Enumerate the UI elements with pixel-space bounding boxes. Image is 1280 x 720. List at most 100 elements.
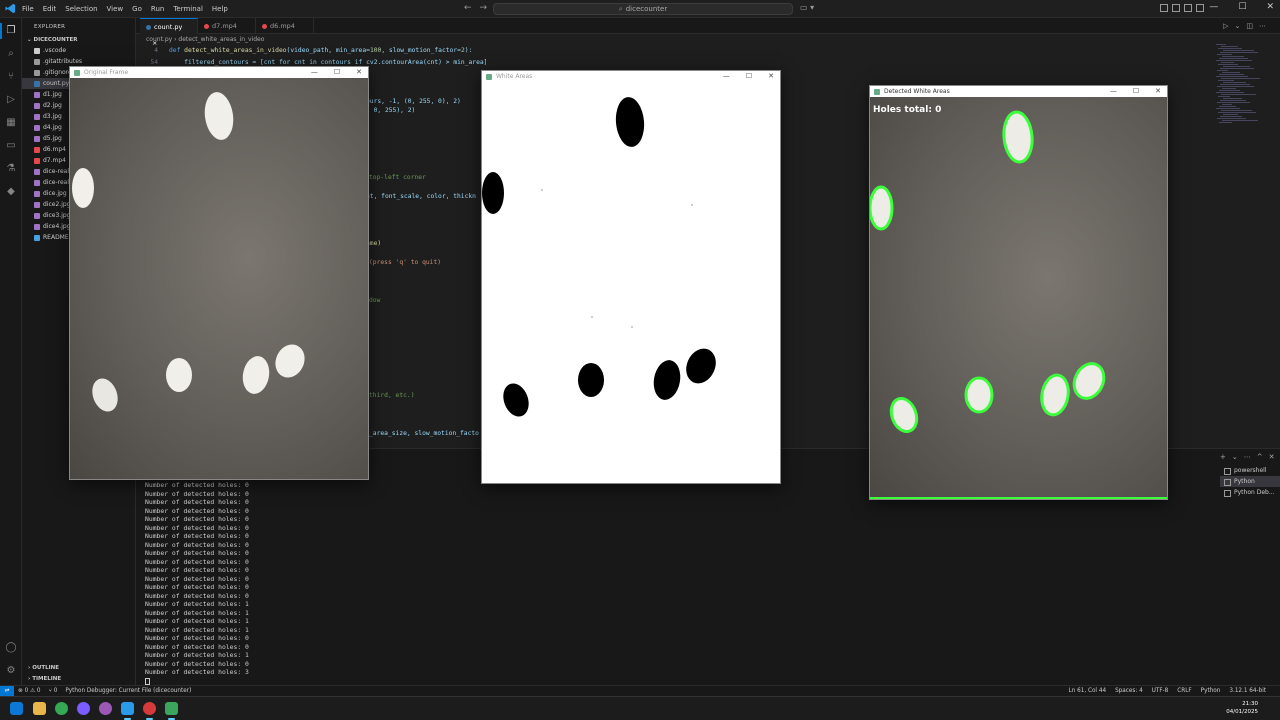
extensions-icon[interactable]: ▦ — [5, 117, 17, 129]
menu-go[interactable]: Go — [132, 5, 142, 13]
minimap-line — [1222, 88, 1236, 89]
copilot-icon[interactable]: ▭ ▾ — [800, 3, 814, 12]
run-debug-icon[interactable]: ▷ — [5, 94, 17, 106]
run-icon[interactable]: ▷ — [1223, 22, 1228, 30]
video-file-icon — [262, 23, 267, 29]
breadcrumb-file[interactable]: count.py — [146, 36, 172, 43]
toggle-panel-icon[interactable] — [1172, 4, 1180, 12]
file-name: dice-real- — [43, 168, 72, 175]
split-editor-icon[interactable]: ◫ — [1246, 22, 1253, 30]
window-title-bar[interactable]: White Areas — ☐ ✕ — [482, 71, 780, 82]
python-interpreter[interactable]: 3.12.1 64-bit — [1229, 686, 1266, 696]
chrome-icon[interactable] — [55, 702, 68, 715]
menu-edit[interactable]: Edit — [43, 5, 57, 13]
window-title-bar[interactable]: Original Frame — ☐ ✕ — [70, 67, 368, 78]
close-icon[interactable]: ✕ — [1266, 2, 1274, 12]
maximize-icon[interactable]: ☐ — [1133, 86, 1139, 97]
obs-icon[interactable] — [99, 702, 112, 715]
minimap[interactable] — [1216, 44, 1262, 154]
problems-status[interactable]: ⊗ 0 ⚠ 0 — [18, 686, 41, 696]
file-item[interactable]: .vscode — [22, 45, 136, 56]
app-icon[interactable] — [77, 702, 90, 715]
tab-d7-mp4[interactable]: d7.mp4 — [198, 18, 256, 34]
terminal-item-python[interactable]: Python — [1220, 476, 1280, 487]
menu-view[interactable]: View — [107, 5, 124, 13]
testing-icon[interactable]: ⚗ — [5, 163, 17, 175]
file-type-icon — [34, 223, 40, 230]
line-endings[interactable]: CRLF — [1177, 686, 1191, 696]
more-actions-icon[interactable]: ⋯ — [1259, 22, 1266, 30]
remote-explorer-icon[interactable]: ▭ — [5, 140, 17, 152]
gear-icon[interactable]: ⚙ — [5, 665, 17, 677]
account-icon[interactable]: ◯ — [5, 642, 17, 654]
original-frame-window[interactable]: Original Frame — ☐ ✕ — [69, 66, 369, 480]
terminal-item-python-debug[interactable]: Python Deb... — [1220, 487, 1280, 498]
system-clock[interactable]: 21:30 04/01/2025 — [1226, 700, 1258, 716]
cursor-position[interactable]: Ln 61, Col 44 — [1069, 686, 1107, 696]
minimap-line — [1219, 58, 1248, 59]
menu-selection[interactable]: Selection — [65, 5, 97, 13]
minimap-line — [1219, 106, 1236, 107]
terminal-line: Number of detected holes: 0 — [145, 557, 249, 566]
chevron-down-icon[interactable]: ⌄ — [1232, 453, 1238, 461]
white-areas-window[interactable]: White Areas — ☐ ✕ — [481, 70, 781, 484]
python-taskbar-icon[interactable] — [143, 702, 156, 720]
minimap-line — [1223, 98, 1242, 99]
tab-d6-mp4[interactable]: d6.mp4 — [256, 18, 314, 34]
remote-indicator-icon[interactable]: ⇌ — [0, 686, 14, 696]
toggle-secondary-sidebar-icon[interactable] — [1184, 4, 1192, 12]
source-control-icon[interactable]: ⑂ — [5, 71, 17, 83]
close-panel-icon[interactable]: ✕ — [1269, 453, 1275, 461]
customize-layout-icon[interactable] — [1196, 4, 1204, 12]
chevron-down-icon[interactable]: ⌄ — [1235, 22, 1241, 30]
maximize-icon[interactable]: ☐ — [746, 71, 752, 82]
encoding[interactable]: UTF-8 — [1152, 686, 1169, 696]
file-type-icon — [34, 91, 40, 98]
maximize-icon[interactable]: ☐ — [1238, 2, 1246, 12]
outline-section[interactable]: › OUTLINE — [22, 665, 136, 671]
new-terminal-icon[interactable]: + — [1220, 453, 1226, 461]
ports-status[interactable]: ⑂ 0 — [49, 686, 58, 696]
minimize-icon[interactable]: — — [311, 67, 318, 78]
minimize-icon[interactable]: — — [1209, 2, 1218, 12]
close-icon[interactable]: ✕ — [356, 67, 362, 78]
window-app-icon — [486, 74, 492, 80]
file-explorer-icon[interactable] — [33, 702, 46, 715]
close-icon[interactable]: ✕ — [1155, 86, 1161, 97]
debug-status[interactable]: Python Debugger: Current File (dicecount… — [65, 686, 191, 696]
indentation[interactable]: Spaces: 4 — [1115, 686, 1143, 696]
menu-terminal[interactable]: Terminal — [173, 5, 203, 13]
tab-count-py[interactable]: count.py × — [140, 18, 198, 47]
command-center-search[interactable]: ⌕ dicecounter — [493, 3, 793, 15]
terminal-item-powershell[interactable]: powershell — [1220, 465, 1280, 476]
window-title-bar[interactable]: Detected White Areas — ☐ ✕ — [870, 86, 1167, 97]
explorer-icon[interactable]: ❐ — [0, 23, 17, 39]
search-icon[interactable]: ⌕ — [5, 48, 17, 60]
vscode-taskbar-icon[interactable] — [121, 702, 134, 720]
back-arrow-icon[interactable]: ← — [464, 3, 472, 13]
close-icon[interactable]: ✕ — [768, 71, 774, 82]
more-actions-icon[interactable]: ⋯ — [1244, 453, 1251, 461]
maximize-icon[interactable]: ☐ — [334, 67, 340, 78]
menu-file[interactable]: File — [22, 5, 34, 13]
minimize-icon[interactable]: — — [1110, 86, 1117, 97]
detected-white-areas-window[interactable]: Detected White Areas — ☐ ✕ — [869, 85, 1168, 500]
menu-help[interactable]: Help — [212, 5, 228, 13]
breadcrumb-symbol[interactable]: detect_white_areas_in_video — [178, 36, 264, 43]
terminal-line: Number of detected holes: 0 — [145, 642, 249, 651]
project-folder[interactable]: ⌄ DICECOUNTER — [27, 37, 77, 43]
menu-run[interactable]: Run — [151, 5, 164, 13]
start-menu-icon[interactable] — [10, 702, 23, 715]
minimap-line — [1221, 94, 1256, 95]
minimize-icon[interactable]: — — [723, 71, 730, 82]
timeline-section[interactable]: › TIMELINE — [22, 676, 136, 682]
minimap-line — [1221, 110, 1252, 111]
forward-arrow-icon[interactable]: → — [480, 3, 488, 13]
minimap-line — [1216, 76, 1248, 77]
maximize-panel-icon[interactable]: ^ — [1257, 453, 1263, 461]
toggle-sidebar-icon[interactable] — [1160, 4, 1168, 12]
terminal-output[interactable]: Number of detected holes: 0 Number of det… — [145, 481, 249, 687]
opencv-window-icon[interactable] — [165, 702, 178, 720]
language-mode[interactable]: Python — [1201, 686, 1221, 696]
docker-icon[interactable]: ◆ — [5, 186, 17, 198]
